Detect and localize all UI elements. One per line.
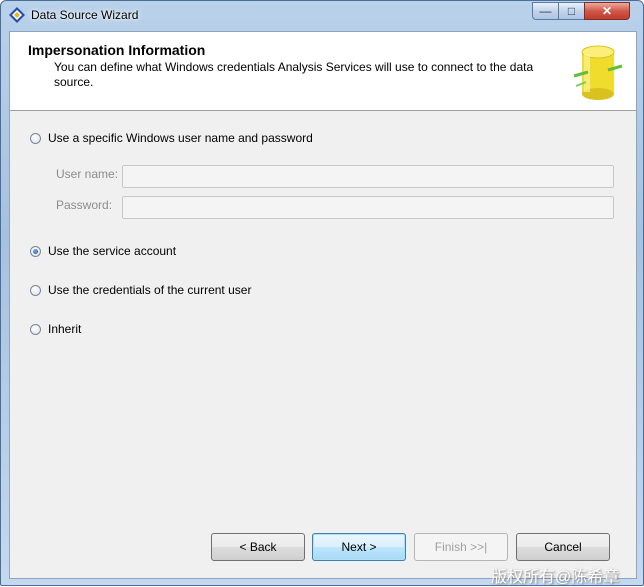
next-button[interactable]: Next > xyxy=(312,533,406,561)
title-bar[interactable]: Data Source Wizard — □ ✕ xyxy=(1,1,643,29)
page-description: You can define what Windows credentials … xyxy=(54,60,534,89)
dialog-client-area: Impersonation Information You can define… xyxy=(9,31,637,579)
password-label: Password: xyxy=(56,198,113,212)
username-label: User name: xyxy=(56,167,119,181)
database-cylinder-icon xyxy=(573,45,623,100)
dialog-window: Data Source Wizard — □ ✕ Impersonation I… xyxy=(0,0,644,586)
finish-button: Finish >>| xyxy=(414,533,508,561)
current-user-label: Use the credentials of the current user xyxy=(48,283,252,297)
current-user-radio[interactable] xyxy=(30,284,41,296)
option-inherit[interactable]: Inherit xyxy=(30,322,81,336)
wizard-header: Impersonation Information You can define… xyxy=(10,32,636,111)
option-specific-user[interactable]: Use a specific Windows user name and pas… xyxy=(30,131,313,145)
option-service-account[interactable]: Use the service account xyxy=(30,244,176,258)
service-account-label: Use the service account xyxy=(48,244,177,258)
maximize-button[interactable]: □ xyxy=(558,2,585,20)
username-input[interactable] xyxy=(122,165,614,188)
option-current-user[interactable]: Use the credentials of the current user xyxy=(30,283,251,297)
specific-user-radio[interactable] xyxy=(30,132,41,144)
service-account-radio[interactable] xyxy=(30,245,41,257)
password-input[interactable] xyxy=(122,196,614,219)
window-title: Data Source Wizard xyxy=(31,8,139,22)
inherit-radio[interactable] xyxy=(30,323,41,335)
watermark-text: 版权所有@陈希章 xyxy=(491,569,620,586)
cancel-button[interactable]: Cancel xyxy=(516,533,610,561)
inherit-label: Inherit xyxy=(48,322,82,336)
diamond-app-icon xyxy=(9,7,25,23)
page-title: Impersonation Information xyxy=(28,42,206,58)
back-button[interactable]: < Back xyxy=(211,533,305,561)
minimize-button[interactable]: — xyxy=(532,2,559,20)
close-button[interactable]: ✕ xyxy=(584,2,630,20)
specific-user-label: Use a specific Windows user name and pas… xyxy=(48,131,313,145)
